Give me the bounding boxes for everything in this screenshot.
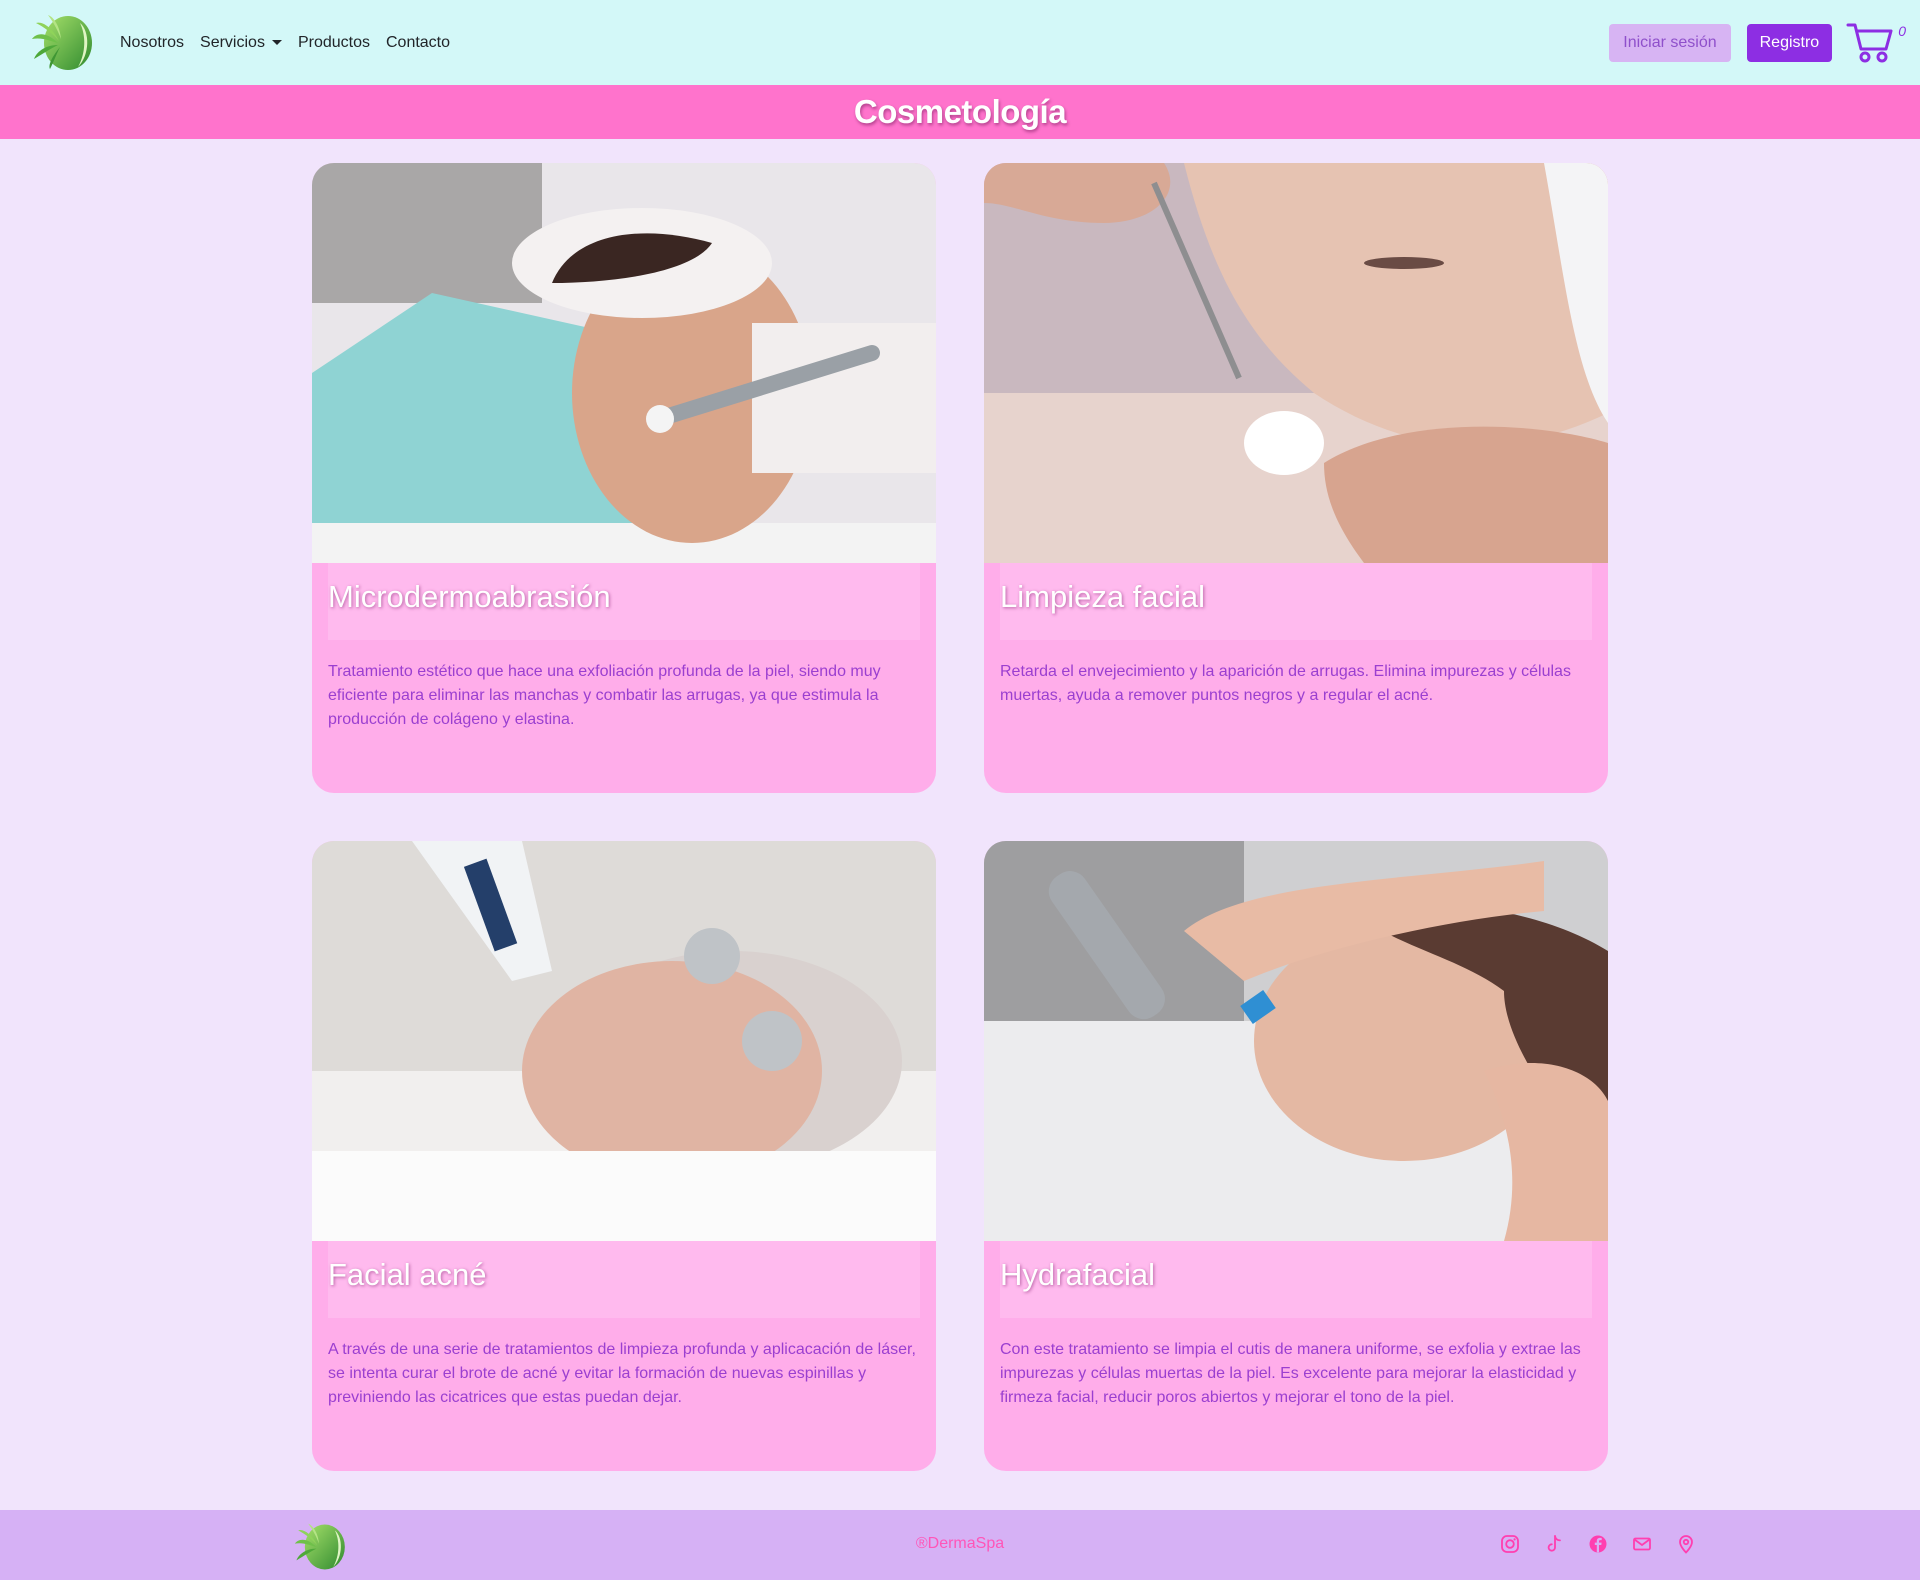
card-title-bar: Limpieza facial <box>1000 563 1592 640</box>
card-title-bar: Facial acné <box>328 1241 920 1318</box>
nav-dropdown-servicios[interactable]: Servicios <box>200 34 282 52</box>
shopping-cart-icon <box>1846 23 1893 62</box>
card-title: Hydrafacial <box>1000 1257 1156 1292</box>
service-card: Facial acné A través de una serie de tra… <box>312 841 936 1471</box>
instagram-icon[interactable] <box>1500 1534 1520 1554</box>
card-title: Facial acné <box>328 1257 487 1292</box>
top-navbar: Nosotros Servicios Productos Contacto In… <box>0 0 1920 85</box>
cart-button[interactable]: 0 <box>1846 21 1906 65</box>
cart-count: 0 <box>1898 22 1906 39</box>
card-title-bar: Microdermoabrasión <box>328 563 920 640</box>
service-card: Microdermoabrasión Tratamiento estético … <box>312 163 936 793</box>
nav-link-productos[interactable]: Productos <box>298 34 370 52</box>
card-image-facial-cleansing <box>984 163 1608 563</box>
section-banner: Cosmetología <box>0 85 1920 139</box>
page-title: Cosmetología <box>853 93 1067 130</box>
card-description: Con este tratamiento se limpia el cutis … <box>1000 1341 1581 1406</box>
card-image-microdermabrasion <box>312 163 936 563</box>
register-button[interactable]: Registro <box>1746 23 1833 62</box>
nav-actions: Iniciar sesión Registro 0 <box>1609 21 1906 65</box>
social-links <box>1500 1534 1720 1554</box>
service-card: Hydrafacial Con este tratamiento se limp… <box>984 841 1608 1471</box>
card-description: A través de una serie de tratamientos de… <box>328 1341 916 1406</box>
card-image-hydrafacial <box>984 841 1608 1241</box>
caret-down-icon <box>271 40 282 45</box>
card-title: Microdermoabrasión <box>328 579 611 614</box>
card-description: Tratamiento estético que hace una exfoli… <box>328 663 881 728</box>
email-icon[interactable] <box>1632 1534 1652 1554</box>
main-nav: Nosotros Servicios Productos Contacto <box>120 34 466 52</box>
card-title-bar: Hydrafacial <box>1000 1241 1592 1318</box>
nav-link-servicios-label: Servicios <box>200 33 265 51</box>
page-footer: ®DermaSpa <box>0 1510 1920 1580</box>
service-card: Limpieza facial Retarda el envejecimient… <box>984 163 1608 793</box>
location-pin-icon[interactable] <box>1676 1534 1696 1554</box>
leaf-face-logo-icon <box>32 14 92 70</box>
facebook-icon[interactable] <box>1588 1534 1608 1554</box>
login-button[interactable]: Iniciar sesión <box>1609 23 1731 62</box>
brand-logo[interactable] <box>28 13 94 73</box>
nav-link-nosotros[interactable]: Nosotros <box>120 34 184 52</box>
card-description: Retarda el envejecimiento y la aparición… <box>1000 663 1571 704</box>
card-image-acne-laser <box>312 841 936 1241</box>
nav-link-contacto[interactable]: Contacto <box>386 34 450 52</box>
tiktok-icon[interactable] <box>1544 1534 1564 1554</box>
card-title: Limpieza facial <box>1000 579 1206 614</box>
